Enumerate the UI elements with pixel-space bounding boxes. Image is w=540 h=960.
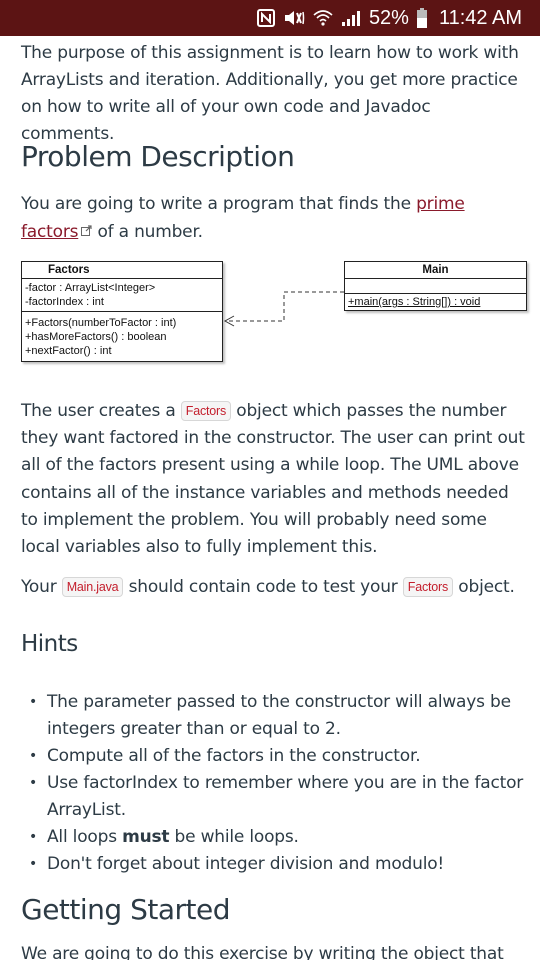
hint-emphasis: must <box>122 827 170 847</box>
bullet: • <box>29 856 38 872</box>
battery-percent: 52% <box>368 6 409 29</box>
hint-text: All loops <box>47 827 123 847</box>
clock-time: 11:42 AM <box>438 6 522 29</box>
uml-attribute: -factorIndex : int <box>25 296 104 308</box>
text-span: object which passes the number they want… <box>21 401 525 558</box>
uml-class-main: Main +main(args : String[]) : void <box>344 261 527 311</box>
bullet: • <box>29 748 38 764</box>
signal-icon <box>341 8 361 28</box>
user-paragraph: The user creates a Factors object which … <box>21 398 526 561</box>
list-item: • Don't forget about integer division and… <box>21 851 526 878</box>
problem-text-start: You are going to write a program that fi… <box>21 194 417 214</box>
text-span: The user creates a <box>21 401 181 421</box>
uml-attribute: -factor : ArrayList<Integer> <box>25 282 156 294</box>
problem-text-end: of a number. <box>92 222 203 242</box>
code-main-java: Main.java <box>61 577 124 597</box>
hints-list: • The parameter passed to the constructor… <box>21 689 526 878</box>
external-link-icon[interactable] <box>81 218 92 245</box>
uml-class-factors: Factors -factor : ArrayList<Integer> -fa… <box>21 261 223 362</box>
uml-operations: +Factors(numberToFactor : int) +hasMoreF… <box>22 311 222 361</box>
bullet: • <box>29 775 38 791</box>
text-span: object. <box>453 577 515 597</box>
bullet: • <box>29 829 38 845</box>
hint-text: be while loops. <box>169 827 299 847</box>
hint-text: The parameter passed to the constructor … <box>47 692 511 739</box>
status-bar: 52% 11:42 AM <box>0 0 540 36</box>
bullet: • <box>29 694 38 710</box>
problem-description-heading: Problem Description <box>21 140 295 173</box>
uml-attributes: -factor : ArrayList<Integer> -factorInde… <box>22 279 222 311</box>
uml-operations: +main(args : String[]) : void <box>345 293 526 310</box>
hint-text: Don't forget about integer division and … <box>47 854 445 874</box>
list-item: • All loops must be while loops. <box>21 824 526 851</box>
text-span: Your <box>21 577 62 597</box>
uml-operation: +Factors(numberToFactor : int) <box>25 317 177 329</box>
hint-text: Compute all of the factors in the constr… <box>47 746 421 766</box>
intro-paragraph: The purpose of this assignment is to lea… <box>21 43 519 144</box>
battery-icon <box>416 8 427 28</box>
code-factors: Factors <box>180 401 232 421</box>
uml-diagram: Factors -factor : ArrayList<Integer> -fa… <box>21 261 531 386</box>
list-item: • Use factorIndex to remember where you a… <box>21 770 526 824</box>
text-span: should contain code to test your <box>123 577 403 597</box>
uml-operation: +hasMoreFactors() : boolean <box>25 331 167 343</box>
list-item: • The parameter passed to the constructor… <box>21 689 526 743</box>
wifi-icon <box>313 8 333 28</box>
code-factors: Factors <box>402 577 454 597</box>
hints-heading: Hints <box>21 631 78 657</box>
nfc-icon <box>256 8 275 28</box>
main-java-paragraph: Your Main.java should contain code to te… <box>21 574 531 601</box>
uml-operation: +nextFactor() : int <box>25 345 112 357</box>
uml-attributes <box>345 279 526 293</box>
problem-paragraph: You are going to write a program that fi… <box>21 191 526 246</box>
vibrate-mute-icon <box>283 8 305 28</box>
getting-started-heading: Getting Started <box>21 893 230 926</box>
hint-text: Use factorIndex to remember where you ar… <box>47 773 524 820</box>
uml-class-name: Factors <box>22 262 222 279</box>
list-item: • Compute all of the factors in the const… <box>21 743 526 770</box>
getting-started-paragraph: We are going to do this exercise by writ… <box>21 944 504 960</box>
uml-class-name: Main <box>345 262 526 279</box>
uml-operation: +main(args : String[]) : void <box>348 296 481 308</box>
